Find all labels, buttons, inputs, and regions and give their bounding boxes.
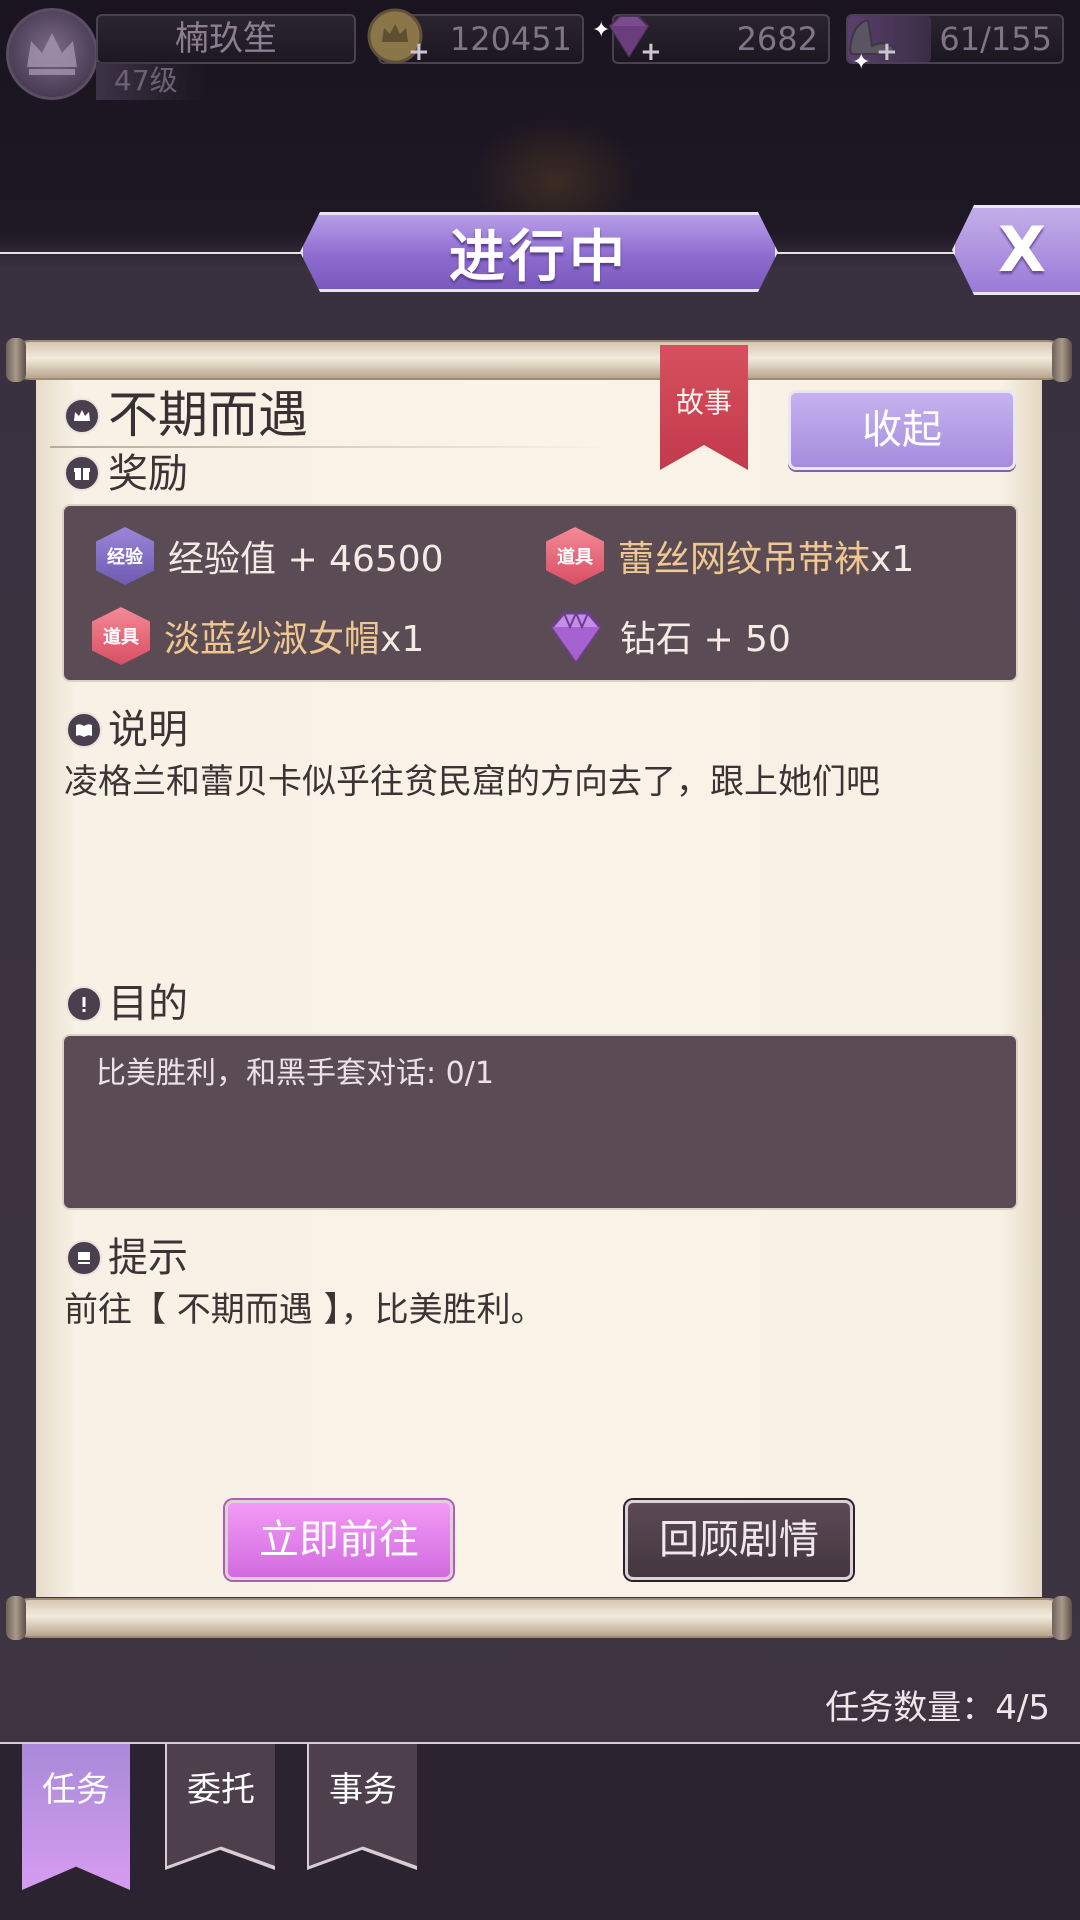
add-diamond-icon[interactable]: +: [640, 39, 662, 65]
exclamation-icon: [66, 986, 102, 1022]
hint-section-title: 提示: [108, 1235, 188, 1281]
collapse-button[interactable]: 收起: [788, 390, 1016, 470]
item-badge-icon: 道具: [546, 527, 604, 585]
player-name: 楠玖笙: [96, 14, 356, 64]
review-story-label: 回顾剧情: [659, 1517, 819, 1563]
reward-item-stockings[interactable]: 道具 蕾丝网纹吊带袜x1: [546, 527, 914, 585]
go-now-label: 立即前往: [259, 1517, 419, 1563]
rewards-section-title: 奖励: [108, 451, 188, 497]
collapse-button-label: 收起: [862, 407, 942, 453]
task-count: 任务数量：4/5: [825, 1688, 1050, 1728]
reward-hat-qty: x1: [380, 619, 425, 660]
reward-diamond-text: 钻石 + 50: [620, 619, 791, 660]
objective-section-title: 目的: [108, 981, 188, 1027]
bottom-tab-bar: [0, 1744, 1080, 1920]
scroll-rod-bottom: [6, 1596, 1072, 1640]
close-button[interactable]: X: [952, 205, 1080, 295]
reward-hat-name: 淡蓝纱淑女帽: [164, 619, 381, 660]
diamond-icon: [550, 610, 602, 664]
crown-icon: [27, 33, 77, 75]
item-badge-icon: 道具: [92, 607, 150, 665]
objective-text: 比美胜利，和黑手套对话: 0/1: [96, 1056, 494, 1091]
reward-item-diamond[interactable]: 钻石 + 50: [544, 607, 791, 665]
tab-affairs-label: 事务: [329, 1770, 397, 1810]
title-divider: [50, 446, 610, 448]
review-story-button[interactable]: 回顾剧情: [625, 1500, 853, 1580]
tab-tasks-label: 任务: [42, 1770, 110, 1810]
description-section-title: 说明: [108, 707, 188, 753]
exp-badge-icon: 经验: [96, 527, 154, 585]
close-icon: X: [998, 213, 1046, 286]
crown-icon: [64, 398, 100, 434]
player-avatar[interactable]: [6, 8, 98, 100]
add-stamina-icon[interactable]: +: [876, 39, 898, 65]
status-title: 进行中: [449, 224, 629, 290]
tab-commission-label: 委托: [187, 1770, 255, 1810]
bottom-divider: [0, 1742, 1080, 1744]
diamond-amount: 2682: [736, 20, 818, 58]
player-level: 47级: [96, 62, 206, 100]
description-text: 凌格兰和蕾贝卡似乎往贫民窟的方向去了，跟上她们吧: [64, 762, 880, 802]
book-icon: [66, 712, 102, 748]
note-icon: [66, 1240, 102, 1276]
hint-text: 前往【 不期而遇 】，比美胜利。: [64, 1290, 545, 1330]
reward-item-exp[interactable]: 经验 经验值 + 46500: [96, 527, 444, 585]
sparkle-icon: ✦: [592, 18, 611, 43]
reward-stockings-name: 蕾丝网纹吊带袜: [618, 539, 871, 580]
reward-item-hat[interactable]: 道具 淡蓝纱淑女帽x1: [92, 607, 424, 665]
status-banner: 进行中: [300, 212, 778, 292]
stamina-amount: 61/155: [939, 20, 1052, 58]
reward-stockings-qty: x1: [870, 539, 915, 580]
quest-category-label: 故事: [675, 386, 732, 419]
go-now-button[interactable]: 立即前往: [225, 1500, 453, 1580]
scroll-rod-top: [6, 338, 1072, 382]
gift-icon: [64, 455, 100, 491]
sparkle-icon: ✦: [852, 50, 871, 75]
add-gold-icon[interactable]: +: [408, 39, 430, 65]
reward-exp-text: 经验值 + 46500: [168, 539, 444, 580]
quest-title: 不期而遇: [108, 386, 308, 444]
gold-amount: 120451: [449, 20, 572, 58]
